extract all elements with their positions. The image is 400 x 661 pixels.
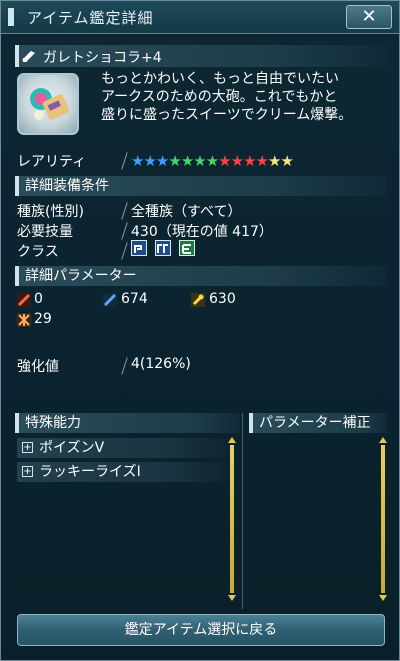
enhance-value: 4(126%) xyxy=(131,356,191,372)
scroll-down-arrow-icon[interactable] xyxy=(228,595,236,601)
separator-slash xyxy=(121,223,129,239)
ranged-attack-value: 674 xyxy=(121,291,148,307)
expand-icon[interactable]: + xyxy=(22,466,33,477)
skill-label: 必要技量 xyxy=(17,224,73,240)
rarity-star-icon: ★ xyxy=(230,152,244,170)
param-bonus-scrollbar[interactable] xyxy=(379,433,387,605)
section-header-requirements: 詳細装備条件 xyxy=(15,176,387,196)
dexterity-icon xyxy=(17,313,31,327)
enhance-label: 強化値 xyxy=(17,359,59,375)
braver-class-icon xyxy=(179,240,195,256)
rarity-star-icon: ★ xyxy=(280,152,293,170)
ability-label: ラッキーライズI xyxy=(39,464,141,480)
panel-divider xyxy=(242,413,243,609)
weapon-thumbnail xyxy=(17,73,79,135)
attack-icon xyxy=(17,293,31,307)
rarity-star-icon: ★ xyxy=(168,152,181,170)
scroll-thumb[interactable] xyxy=(230,445,234,593)
section-header-parameters: 詳細パラメーター xyxy=(15,266,387,286)
param-bonus-header: パラメーター補正 xyxy=(249,413,387,433)
separator-slash xyxy=(121,153,129,169)
rarity-stars: ★★★★★★★★★★★★★ xyxy=(131,152,294,170)
rarity-star-icon: ★ xyxy=(205,152,219,170)
scroll-down-arrow-icon[interactable] xyxy=(379,595,387,601)
ability-label: ポイズンV xyxy=(39,440,105,456)
rarity-star-icon: ★ xyxy=(255,152,269,170)
rarity-label: レアリティ xyxy=(17,154,87,170)
window-title: アイテム鑑定詳細 xyxy=(27,9,154,27)
tech-attack-value: 630 xyxy=(209,291,236,307)
separator-slash xyxy=(121,203,129,219)
separator-slash xyxy=(121,243,129,259)
title-accent-mark xyxy=(8,8,14,26)
attack-value: 0 xyxy=(34,291,43,307)
ability-item[interactable]: + ラッキーライズI xyxy=(17,462,237,482)
weapon-image-icon xyxy=(30,88,70,120)
rarity-star-icon: ★ xyxy=(180,152,194,170)
rarity-star-icon: ★ xyxy=(218,152,231,170)
rarity-star-icon: ★ xyxy=(155,152,169,170)
weapon-description: もっとかわいく、もっと自由でいたい アークスのための大砲。これでもかと 盛りに盛… xyxy=(101,71,353,123)
gunner-class-icon xyxy=(155,240,171,256)
ability-item[interactable]: + ポイズンV xyxy=(17,438,237,458)
rarity-star-icon: ★ xyxy=(131,152,144,170)
separator-slash xyxy=(121,358,129,374)
expand-icon[interactable]: + xyxy=(22,442,33,453)
scroll-thumb[interactable] xyxy=(381,445,385,593)
launcher-icon xyxy=(22,51,35,62)
close-button[interactable]: ✕ xyxy=(346,5,392,29)
abilities-header: 特殊能力 xyxy=(15,413,240,433)
race-value: 全種族（すべて） xyxy=(131,204,242,220)
dexterity-value: 29 xyxy=(34,311,52,327)
rarity-star-icon: ★ xyxy=(267,152,281,170)
scroll-up-arrow-icon[interactable] xyxy=(379,437,387,443)
ranger-class-icon xyxy=(131,240,147,256)
scroll-up-arrow-icon[interactable] xyxy=(228,437,236,443)
back-to-selection-button[interactable]: 鑑定アイテム選択に戻る xyxy=(17,614,385,646)
class-label: クラス xyxy=(17,244,59,260)
rarity-star-icon: ★ xyxy=(193,152,206,170)
weapon-name: ガレトショコラ+4 xyxy=(43,50,162,66)
ranged-attack-icon xyxy=(103,293,117,307)
title-bar: アイテム鑑定詳細 ✕ xyxy=(1,1,399,34)
item-appraisal-window: アイテム鑑定詳細 ✕ ガレトショコラ+4 もっとかわいく、もっと自由でいたい ア… xyxy=(0,0,400,661)
abilities-scrollbar[interactable] xyxy=(228,433,236,605)
rarity-star-icon: ★ xyxy=(243,152,256,170)
race-label: 種族(性別) xyxy=(17,204,84,220)
rarity-star-icon: ★ xyxy=(143,152,156,170)
tech-attack-icon xyxy=(191,293,205,307)
skill-value: 430（現在の値 417） xyxy=(131,224,273,240)
